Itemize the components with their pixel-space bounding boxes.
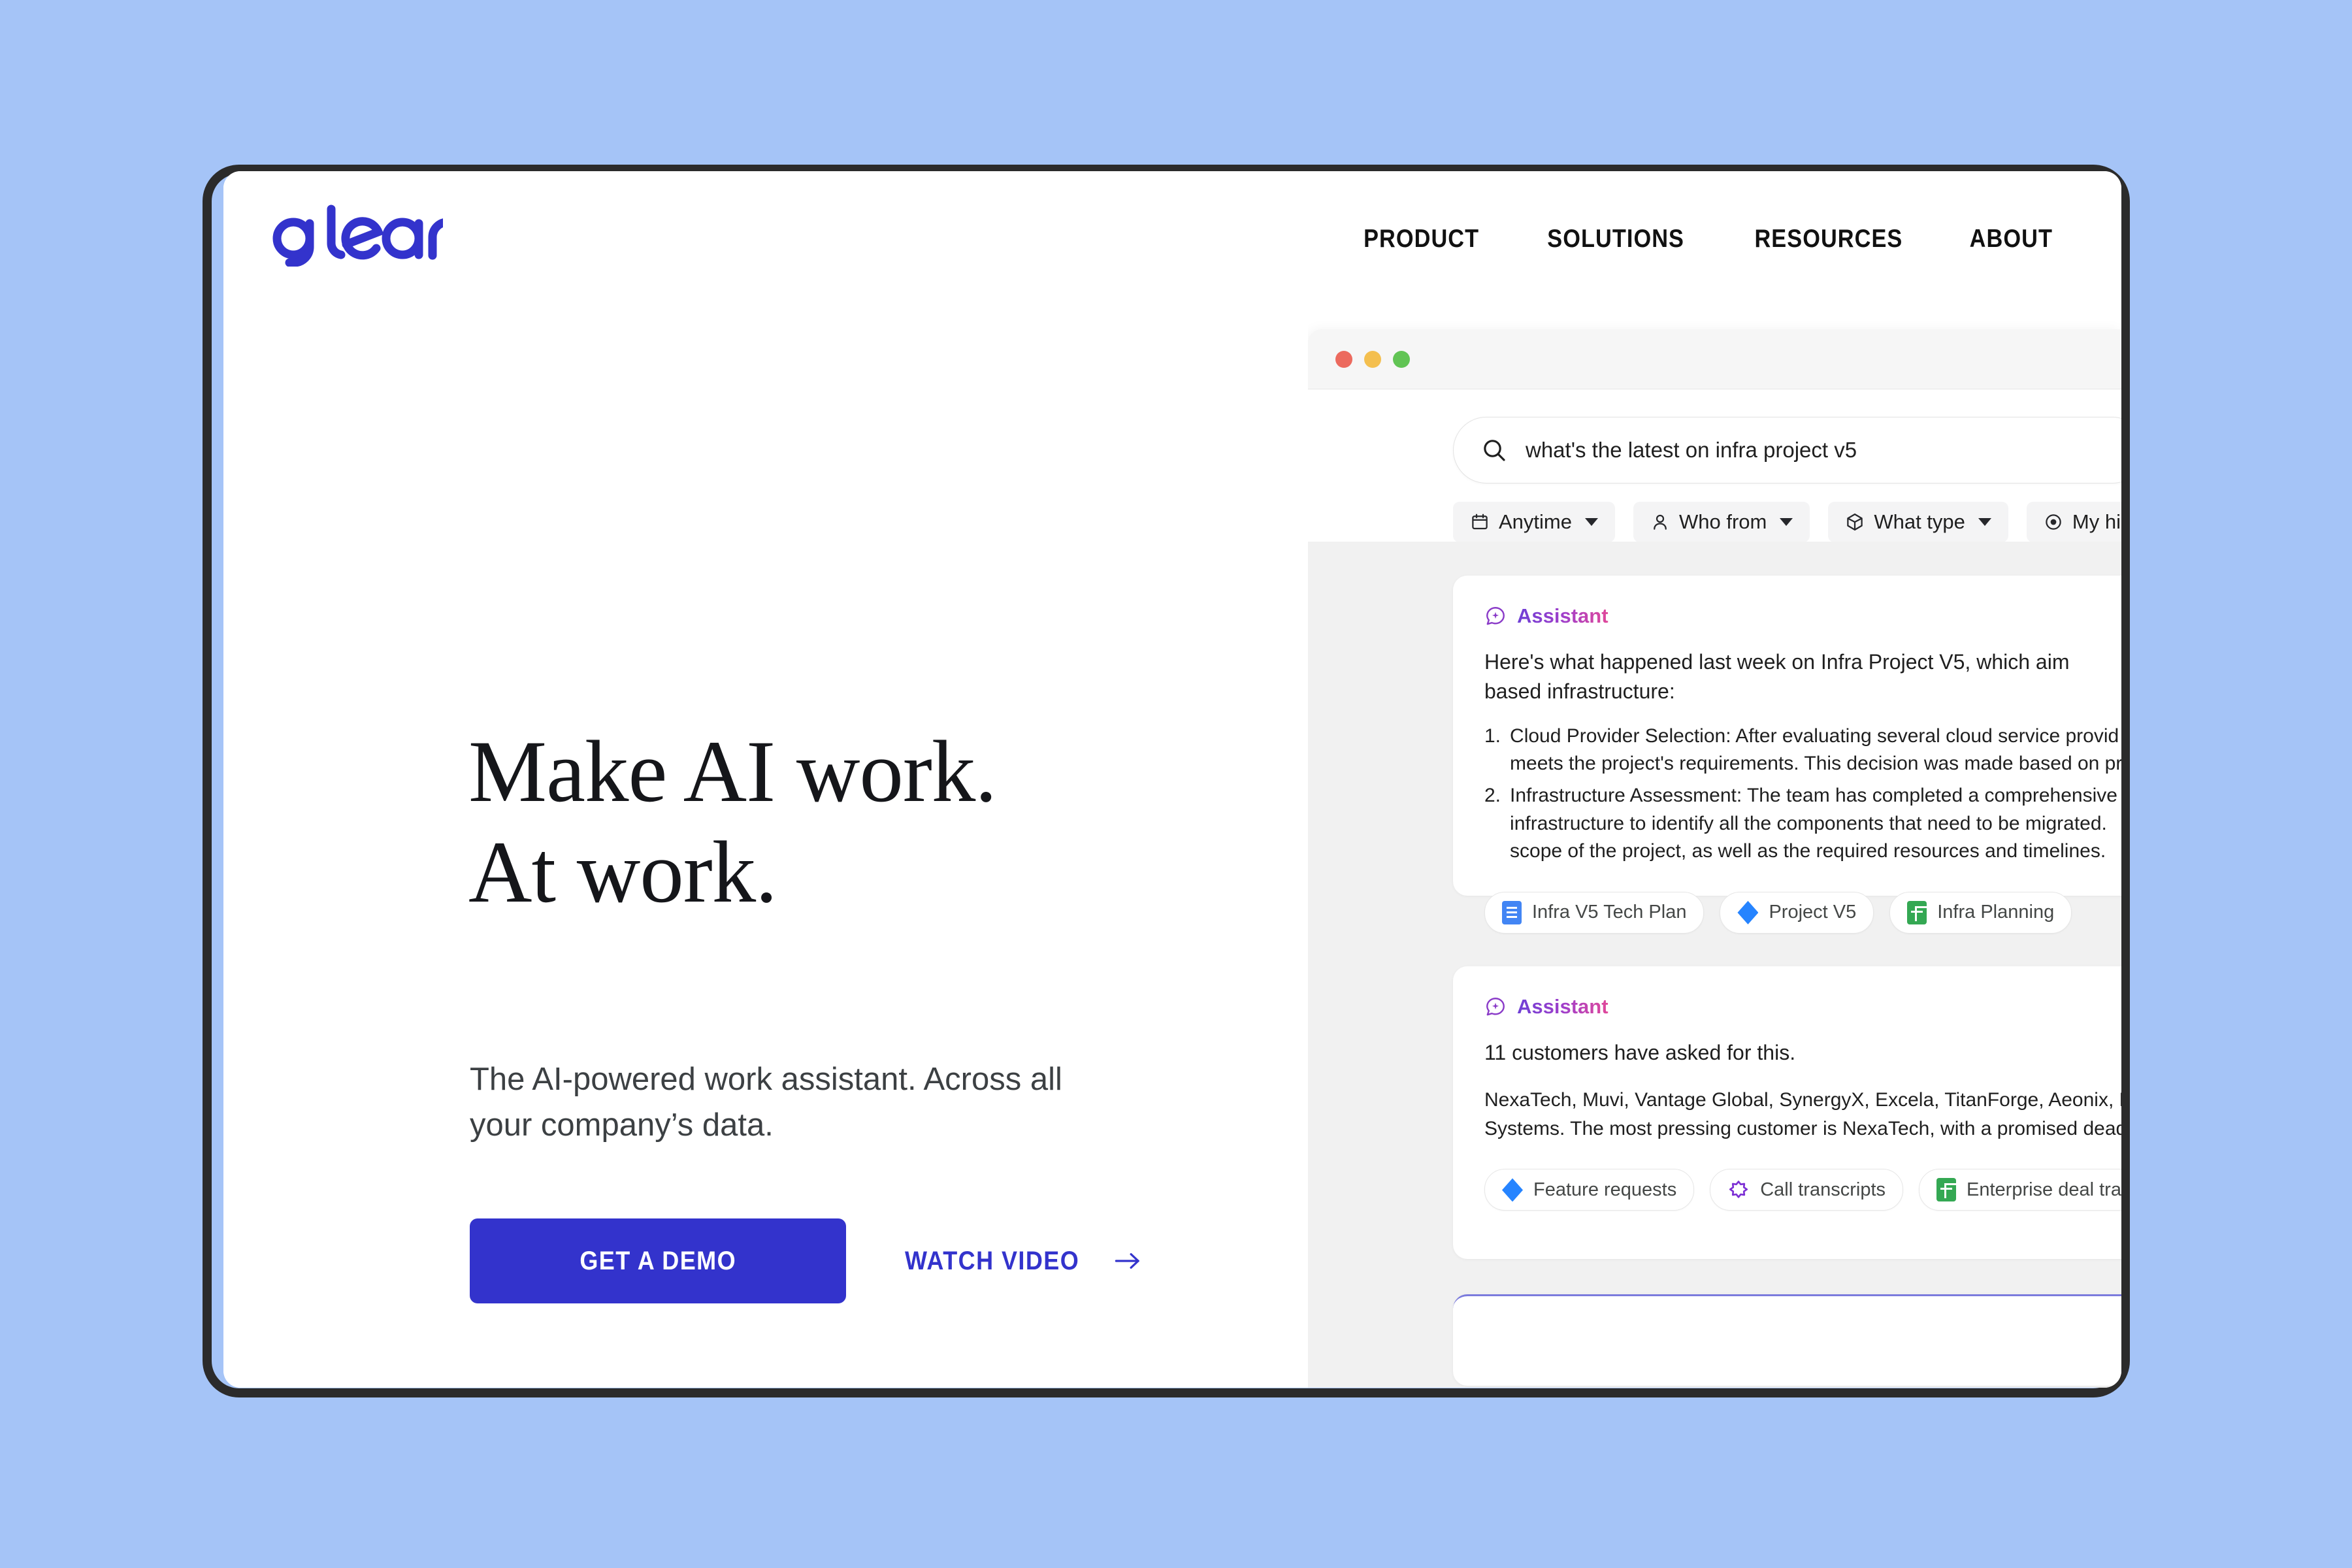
list-item-line: meets the project's requirements. This d…: [1510, 753, 2121, 775]
app-results-list[interactable]: Assistant Here's what happened last week…: [1308, 542, 2121, 1388]
list-item: 2. Infrastructure Assessment: The team h…: [1484, 782, 2121, 866]
nav-item-solutions[interactable]: SOLUTIONS: [1547, 225, 1684, 253]
app-mockup-window: what's the latest on infra project v5 An…: [1308, 329, 2121, 1388]
paragraph-line: NexaTech, Muvi, Vantage Global, SynergyX…: [1484, 1089, 2121, 1111]
paragraph-line: Systems. The most pressing customer is N…: [1484, 1117, 2121, 1139]
nav-item-resources[interactable]: RESOURCES: [1755, 225, 1903, 253]
source-chip-label: Project V5: [1769, 902, 1857, 923]
target-icon: [2044, 512, 2063, 532]
filter-chip-who-from[interactable]: Who from: [1633, 502, 1810, 542]
list-item: 1. Cloud Provider Selection: After evalu…: [1484, 723, 2121, 778]
arrow-right-icon: [1113, 1250, 1142, 1272]
assistant-summary-list: 1. Cloud Provider Selection: After evalu…: [1484, 723, 2121, 866]
source-chip-row: Infra V5 Tech Plan Project V5 Infra Plan…: [1484, 891, 2121, 934]
assistant-badge: Assistant: [1484, 604, 2121, 628]
nav-label: SOLUTIONS: [1547, 225, 1685, 253]
get-a-demo-label: GET A DEMO: [580, 1246, 736, 1275]
hero-title-line-2: At work.: [468, 823, 777, 921]
hero-section: Make AI work. At work. The AI-powered wo…: [223, 314, 1308, 1388]
main-nav: PRODUCT SOLUTIONS RESOURCES ABOUT: [1356, 225, 2059, 253]
assistant-sparkle-icon: [1484, 996, 1507, 1018]
assistant-label-text: Assistant: [1517, 604, 1609, 627]
filter-chip-label: My hi: [2072, 510, 2121, 533]
box-icon: [1845, 512, 1865, 532]
assistant-badge: Assistant: [1484, 995, 2121, 1019]
list-item-line: Infrastructure Assessment: The team has …: [1510, 785, 2117, 807]
source-chip-infra-v5-tech-plan[interactable]: Infra V5 Tech Plan: [1484, 891, 1705, 934]
source-chip-infra-planning[interactable]: Infra Planning: [1889, 891, 2072, 934]
assistant-intro-line-1: 11 customers have asked for this.: [1484, 1041, 1796, 1064]
app-search-area: what's the latest on infra project v5 An…: [1308, 389, 2121, 542]
nav-label: RESOURCES: [1754, 225, 1903, 253]
filter-chip-anytime[interactable]: Anytime: [1453, 502, 1615, 542]
gong-icon: [1727, 1179, 1750, 1201]
source-chip-label: Enterprise deal tra: [1967, 1179, 2121, 1200]
source-chip-row: Feature requests Call transcripts Enterp…: [1484, 1169, 2121, 1211]
hero-subtitle: The AI-powered work assistant. Across al…: [470, 1062, 1062, 1143]
source-chip-label: Feature requests: [1533, 1179, 1677, 1200]
app-titlebar: [1308, 329, 2121, 389]
calendar-icon: [1470, 512, 1490, 532]
list-item-line: Cloud Provider Selection: After evaluati…: [1510, 725, 2119, 747]
nav-label: PRODUCT: [1364, 225, 1480, 253]
search-input[interactable]: what's the latest on infra project v5: [1453, 417, 2121, 483]
assistant-intro-line-1: Here's what happened last week on Infra …: [1484, 650, 2070, 674]
google-sheets-icon: [1936, 1178, 1957, 1202]
list-item-line: infrastructure to identify all the compo…: [1510, 812, 2107, 834]
source-chip-label: Infra Planning: [1937, 902, 2055, 923]
list-item-body: Infrastructure Assessment: The team has …: [1510, 782, 2117, 866]
list-item-body: Cloud Provider Selection: After evaluati…: [1510, 723, 2121, 778]
filter-chip-label: Anytime: [1499, 510, 1572, 533]
filter-chip-label: Who from: [1678, 510, 1767, 533]
source-chip-enterprise-deal-tracker[interactable]: Enterprise deal tra: [1919, 1169, 2121, 1211]
google-sheets-icon: [1907, 900, 1927, 924]
jira-icon: [1502, 1178, 1523, 1202]
hero-actions: GET A DEMO WATCH VIDEO: [470, 1218, 1142, 1303]
jira-icon: [1737, 900, 1759, 924]
assistant-result-card[interactable]: Assistant 11 customers have asked for th…: [1453, 966, 2121, 1259]
watch-video-label: WATCH VIDEO: [905, 1246, 1080, 1275]
nav-label: ABOUT: [1970, 225, 2053, 253]
filter-chip-what-type[interactable]: What type: [1828, 502, 2008, 542]
list-item-line: scope of the project, as well as the req…: [1510, 840, 2106, 862]
person-icon: [1650, 512, 1670, 532]
search-icon: [1481, 437, 1507, 463]
hero-title-line-1: Make AI work.: [468, 723, 997, 821]
source-chip-feature-requests[interactable]: Feature requests: [1484, 1169, 1695, 1211]
assistant-label-text: Assistant: [1517, 995, 1609, 1018]
search-input-value: what's the latest on infra project v5: [1526, 438, 1857, 462]
source-chip-label: Call transcripts: [1760, 1179, 1886, 1200]
page-title: Make AI work. At work.: [468, 722, 997, 923]
assistant-intro-line-2: based infrastructure:: [1484, 679, 1675, 704]
filter-chip-my-highlights[interactable]: My hi: [2026, 502, 2121, 542]
google-docs-icon: [1502, 900, 1522, 924]
nav-item-product[interactable]: PRODUCT: [1364, 225, 1479, 253]
watch-video-link[interactable]: WATCH VIDEO: [876, 1247, 1142, 1276]
assistant-result-card[interactable]: Assistant Here's what happened last week…: [1453, 576, 2121, 934]
list-item-number: 2.: [1484, 785, 1501, 807]
maximize-dot[interactable]: [1393, 350, 1410, 368]
chevron-down-icon: [1780, 518, 1793, 526]
assistant-sparkle-icon: [1484, 605, 1507, 627]
source-chip-call-transcripts[interactable]: Call transcripts: [1710, 1169, 1904, 1211]
close-dot[interactable]: [1335, 350, 1352, 368]
filter-chip-row: Anytime Who from What type My hi: [1453, 502, 2121, 542]
minimize-dot[interactable]: [1364, 350, 1381, 368]
filter-chip-label: What type: [1874, 510, 1965, 533]
assistant-result-card-partial[interactable]: [1453, 1294, 2121, 1386]
site-header: PRODUCT SOLUTIONS RESOURCES ABOUT: [223, 171, 2121, 314]
source-chip-label: Infra V5 Tech Plan: [1532, 902, 1687, 923]
assistant-paragraph: NexaTech, Muvi, Vantage Global, SynergyX…: [1484, 1086, 2121, 1143]
source-chip-project-v5[interactable]: Project V5: [1720, 891, 1874, 934]
chevron-down-icon: [1978, 518, 1991, 526]
glean-logo[interactable]: [268, 204, 452, 267]
list-item-number: 1.: [1484, 725, 1501, 747]
chevron-down-icon: [1584, 518, 1598, 526]
browser-page: PRODUCT SOLUTIONS RESOURCES ABOUT what's…: [223, 171, 2121, 1388]
nav-item-about[interactable]: ABOUT: [1970, 225, 2053, 253]
get-a-demo-button[interactable]: GET A DEMO: [470, 1218, 846, 1303]
